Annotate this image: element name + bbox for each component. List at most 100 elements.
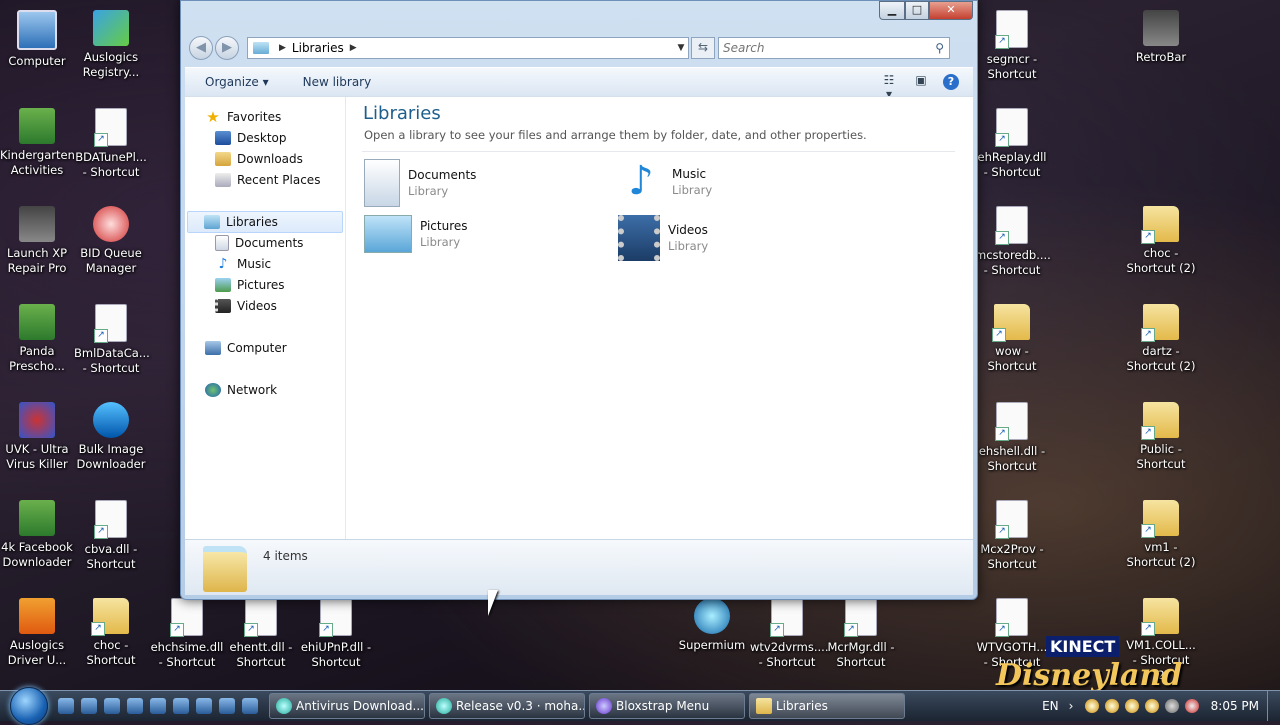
breadcrumb-arrow-icon[interactable]: ▶ [279,43,286,53]
desktop-icon-item[interactable]: ↗ Public - Shortcut [1124,402,1198,472]
desktop-icon-item[interactable]: Kindergarten Activities [0,108,75,178]
explorer-window[interactable]: ▁ □ ✕ ◀ ▶ ▶ Libraries ▶ ▼ ⇆ ⚲ Organize ▾… [180,0,978,600]
desktop-icon-item[interactable]: ↗ McrMgr.dll - Shortcut [824,598,898,670]
taskbar-button-bloxstrap[interactable]: Bloxstrap Menu [589,693,745,719]
desktop-icon-label: ehentt.dll - Shortcut [229,640,293,669]
clock[interactable]: 8:05 PM [1211,699,1259,713]
desktop-icon-item[interactable]: RetroBar [1124,10,1198,65]
firefox-icon[interactable] [219,698,235,714]
desktop-icon-item[interactable]: ↗ segmcr - Shortcut [975,10,1049,82]
desktop-icon-item[interactable]: Panda Prescho... [0,304,74,374]
nav-item-favorites[interactable]: ★ Favorites [205,107,281,127]
tool-icon[interactable] [150,698,166,714]
tray-app-icon[interactable] [1084,699,1099,713]
desktop-icon-item[interactable]: ↗ ehchsime.dll - Shortcut [150,598,224,670]
close-button[interactable]: ✕ [929,1,973,20]
libraries-folder-icon [756,698,772,714]
address-bar[interactable]: ▶ Libraries ▶ ▼ [247,37,689,59]
new-library-button[interactable]: New library [283,75,386,89]
desktop-icon-item[interactable]: ↗ ehReplay.dll - Shortcut [975,108,1049,180]
media-icon[interactable] [173,698,189,714]
nav-item-libraries[interactable]: Libraries [187,211,343,233]
desktop-icon-item[interactable]: ↗ Mcx2Prov - Shortcut [975,500,1049,572]
navigation-bar: ◀ ▶ ▶ Libraries ▶ ▼ ⇆ ⚲ [189,35,969,61]
navigation-pane: ★ Favorites Desktop Downloads Recent Pla… [185,97,346,539]
start-button[interactable] [0,687,48,725]
nav-item-pictures[interactable]: Pictures [215,275,285,295]
desktop-icon-item[interactable]: BID Queue Manager [74,206,148,276]
change-view-icon[interactable]: ☷ ▾ [879,73,899,101]
desktop-icon-item[interactable]: ↗ ehiUPnP.dll - Shortcut [299,598,373,670]
pictures-library-icon [364,215,412,253]
desktop-icon-item[interactable]: ↗ BDATunePl... - Shortcut [74,108,148,180]
library-pictures[interactable]: Pictures Library [364,215,468,253]
desktop-icon-item[interactable]: Bulk Image Downloader [74,402,148,472]
taskbar-button-antivirus[interactable]: Antivirus Download... [269,693,425,719]
desktop-icon-item[interactable]: ↗ BmlDataCa... - Shortcut [74,304,150,376]
desktop-icon-item[interactable]: ↗ ehentt.dll - Shortcut [224,598,298,670]
desktop-icon-item[interactable]: ↗ choc - Shortcut (2) [1124,206,1198,276]
desktop-icon-item[interactable]: ↗ mcstoredb.... - Shortcut [975,206,1051,278]
forward-button[interactable]: ▶ [215,36,239,60]
nav-item-computer[interactable]: Computer [205,338,287,358]
nav-item-network[interactable]: Network [205,380,277,400]
refresh-button[interactable]: ⇆ [691,37,715,59]
internet-explorer-icon[interactable] [81,698,97,714]
desktop-icon-item[interactable]: ↗ vm1 - Shortcut (2) [1124,500,1198,570]
file-icon: ↗ [94,500,127,539]
library-music[interactable]: ♪ Music Library [618,159,712,205]
nav-item-recent-places[interactable]: Recent Places [215,170,320,190]
tray-app-icon[interactable] [1124,699,1139,713]
nav-item-music[interactable]: ♪ Music [215,254,272,274]
nav-item-documents[interactable]: Documents [215,233,303,253]
breadcrumb-libraries[interactable]: Libraries [292,41,344,55]
desktop-icon-item[interactable]: ↗ ehshell.dll - Shortcut [975,402,1049,474]
desktop-icon-label: Public - Shortcut [1136,442,1186,471]
desktop-icon-item[interactable]: 4k Facebook Downloader [0,500,74,570]
taskbar-button-release[interactable]: Release v0.3 · moha... [429,693,585,719]
preview-pane-icon[interactable]: ▣ [911,73,931,91]
nav-item-videos[interactable]: Videos [215,296,277,316]
address-dropdown-icon[interactable]: ▼ [674,43,688,53]
organize-button[interactable]: Organize ▾ [185,75,283,89]
desktop-icon-label: wow - Shortcut [987,344,1037,373]
star-icon: ★ [206,108,220,126]
desktop-icon-item[interactable]: ↗ cbva.dll - Shortcut [74,500,148,572]
back-button[interactable]: ◀ [189,36,213,60]
desktop-icon-item[interactable]: ↗ wow - Shortcut [975,304,1049,374]
desktop-icon-item[interactable]: ↗ wtv2dvrms.... - Shortcut [750,598,828,670]
network-status-icon[interactable] [1164,699,1179,713]
app-icon[interactable] [242,698,258,714]
tray-app-icon[interactable] [1144,699,1159,713]
search-icon[interactable]: ⚲ [935,41,944,55]
desktop-icon-item[interactable]: ↗ dartz - Shortcut (2) [1124,304,1198,374]
desktop-icon-item[interactable]: ↗ choc - Shortcut [74,598,148,668]
browser-icon[interactable] [127,698,143,714]
taskbar-button-libraries[interactable]: Libraries [749,693,905,719]
library-videos[interactable]: Videos Library [618,215,708,261]
desktop-icon-item[interactable]: UVK - Ultra Virus Killer [0,402,74,472]
scrollbar[interactable] [969,97,973,539]
nav-item-downloads[interactable]: Downloads [215,149,303,169]
app-icon[interactable] [196,698,212,714]
desktop-icon-item[interactable]: Computer [0,10,74,69]
show-desktop-button[interactable] [1267,691,1280,721]
search-input[interactable] [719,40,925,56]
nav-item-desktop[interactable]: Desktop [215,128,287,148]
help-icon[interactable]: ? [943,74,959,90]
show-desktop-icon[interactable] [58,698,74,714]
maximize-button[interactable]: □ [905,1,929,20]
volume-muted-icon[interactable] [1184,699,1199,713]
desktop-icon-item[interactable]: Auslogics Driver U... [0,598,74,668]
desktop-icon-item[interactable]: Supermium [675,598,749,653]
desktop-icon-item[interactable]: Launch XP Repair Pro [0,206,74,276]
breadcrumb-arrow-icon[interactable]: ▶ [350,43,357,53]
minimize-button[interactable]: ▁ [879,1,905,20]
library-documents[interactable]: Documents Library [364,159,476,207]
search-box[interactable]: ⚲ [718,37,950,59]
tray-expand-icon[interactable]: › [1069,699,1079,713]
folder-icon[interactable] [104,698,120,714]
desktop-icon-item[interactable]: Auslogics Registry... [74,10,148,80]
language-indicator[interactable]: EN [1042,699,1059,713]
tray-app-icon[interactable] [1104,699,1119,713]
